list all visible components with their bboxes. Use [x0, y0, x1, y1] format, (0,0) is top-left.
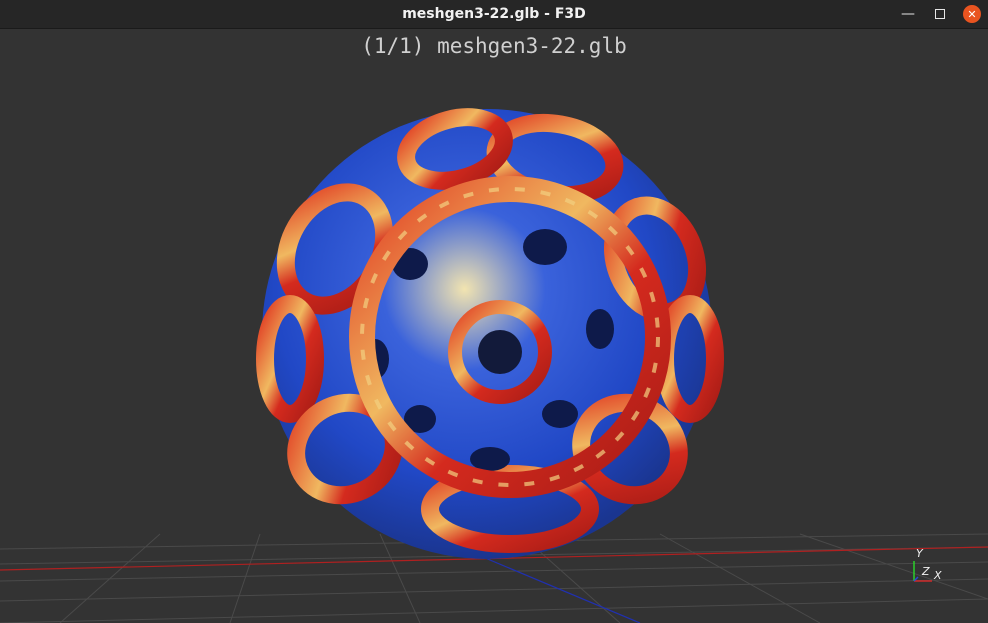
maximize-icon [935, 9, 945, 19]
title-bar[interactable]: meshgen3-22.glb - F3D — ✕ [0, 0, 988, 29]
scene-render [0, 108, 988, 623]
axis-label-y: Y [916, 547, 923, 560]
window-title: meshgen3-22.glb - F3D [402, 6, 586, 22]
3d-viewport[interactable]: (1/1) meshgen3-22.glb Y Z X [0, 29, 988, 623]
close-button[interactable]: ✕ [956, 0, 988, 28]
minimize-icon: — [901, 6, 915, 22]
orientation-axes: Y Z X [910, 547, 950, 589]
axis-label-z: Z [922, 565, 930, 578]
maximize-button[interactable] [924, 0, 956, 28]
close-icon: ✕ [963, 5, 981, 23]
axis-label-x: X [934, 569, 942, 582]
window-controls: — ✕ [892, 0, 988, 28]
file-label: (1/1) meshgen3-22.glb [361, 34, 627, 58]
mesh-model [256, 108, 724, 559]
minimize-button[interactable]: — [892, 0, 924, 28]
